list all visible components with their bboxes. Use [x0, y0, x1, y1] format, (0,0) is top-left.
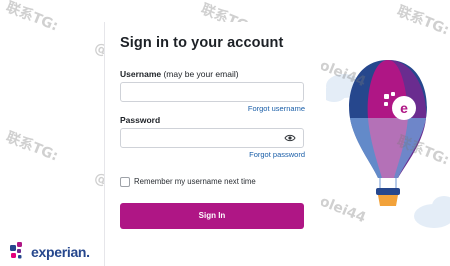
hot-air-balloon-illustration: e [326, 60, 450, 228]
show-password-eye-icon[interactable] [284, 133, 296, 143]
remember-username-checkbox[interactable] [120, 177, 130, 187]
password-field[interactable] [120, 128, 304, 148]
svg-text:e: e [400, 100, 408, 116]
forgot-password-link[interactable]: Forgot password [249, 150, 305, 159]
experian-logo: experian. [10, 240, 100, 262]
page-title: Sign in to your account [120, 35, 284, 51]
sign-in-card: Sign in to your account Username (may be… [104, 22, 321, 266]
username-field[interactable] [120, 82, 304, 102]
forgot-username-link[interactable]: Forgot username [248, 104, 305, 113]
experian-logo-icon [10, 242, 22, 259]
experian-logo-text: experian. [31, 244, 90, 260]
username-label: Username (may be your email) [120, 69, 239, 79]
sign-in-button[interactable]: Sign In [120, 203, 304, 229]
remember-username-label: Remember my username next time [134, 177, 256, 186]
username-hint: (may be your email) [161, 69, 239, 79]
password-label: Password [120, 115, 161, 125]
